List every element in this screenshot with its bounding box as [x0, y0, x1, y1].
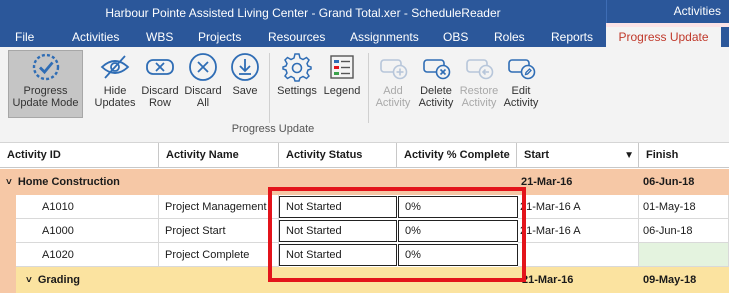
activity-start: 21-Mar-16 A [518, 219, 639, 243]
percent-complete-field[interactable]: 0% [398, 244, 518, 266]
legend-button[interactable]: Legend [320, 51, 364, 97]
activity-status-field[interactable]: Not Started [279, 220, 397, 242]
column-header-start[interactable]: Start ▼ [517, 143, 639, 168]
restore-activity-icon [466, 59, 494, 80]
activity-name: Project Complete [159, 243, 279, 267]
group-finish: 06-Jun-18 [643, 176, 695, 188]
activity-id: A1020 [16, 243, 159, 267]
tab-wbs[interactable]: WBS [146, 27, 173, 47]
collapse-caret-icon[interactable]: ˅ [6, 177, 12, 188]
activity-grid: Activity ID Activity Name Activity Statu… [0, 143, 729, 293]
ribbon-panel: Progress Update Mode Hide Updates Discar… [0, 47, 729, 143]
discard-row-button[interactable]: Discard Row [139, 51, 181, 109]
ribbon-separator [368, 53, 369, 123]
activity-status-field[interactable]: Not Started [279, 244, 397, 266]
delete-activity-icon [423, 59, 451, 80]
edit-activity-button[interactable]: Edit Activity [500, 51, 542, 109]
activity-name: Project Management [159, 195, 279, 219]
eye-slash-icon [100, 55, 130, 79]
table-row[interactable]: A1020 Project Complete Not Started 0% [0, 243, 729, 267]
hide-updates-button[interactable]: Hide Updates [92, 51, 138, 109]
column-header-activity-id[interactable]: Activity ID [0, 143, 159, 168]
wbs-group-row[interactable]: ˅ Home Construction 21-Mar-16 06-Jun-18 [0, 169, 729, 195]
column-header-activity-name[interactable]: Activity Name [159, 143, 279, 168]
column-header-finish[interactable]: Finish [639, 143, 729, 168]
title-bar: Harbour Pointe Assisted Living Center - … [0, 0, 729, 27]
group-name: Grading [37, 274, 81, 286]
add-activity-icon [380, 59, 408, 80]
table-row[interactable]: A1010 Project Management Not Started 0% … [0, 195, 729, 219]
check-circle-icon [32, 53, 59, 81]
percent-complete-field[interactable]: 0% [398, 196, 518, 218]
tab-file[interactable]: File [15, 27, 34, 47]
tab-progress-update[interactable]: Progress Update [606, 27, 721, 47]
settings-button[interactable]: Settings [274, 51, 320, 97]
group-name: Home Construction [17, 176, 120, 188]
window-title: Harbour Pointe Assisted Living Center - … [105, 6, 501, 20]
group-finish: 09-May-18 [643, 274, 697, 286]
tab-reports[interactable]: Reports [551, 27, 593, 47]
tab-assignments[interactable]: Assignments [350, 27, 419, 47]
gear-icon [282, 53, 312, 82]
progress-update-mode-button[interactable]: Progress Update Mode [8, 50, 83, 118]
group-start: 21-Mar-16 [521, 176, 573, 188]
activity-finish: 01-May-18 [639, 195, 729, 219]
close-circle-icon [189, 53, 217, 81]
collapse-caret-icon[interactable]: ˅ [26, 275, 32, 286]
wbs-indent-bar [0, 267, 16, 293]
activity-id: A1000 [16, 219, 159, 243]
table-row[interactable]: A1000 Project Start Not Started 0% 21-Ma… [0, 219, 729, 243]
tab-obs[interactable]: OBS [443, 27, 468, 47]
edit-activity-icon [508, 59, 536, 80]
activity-id: A1010 [16, 195, 159, 219]
activity-finish: 06-Jun-18 [639, 219, 729, 243]
discard-all-button[interactable]: Discard All [182, 51, 224, 109]
filter-icon[interactable]: ▼ [624, 143, 634, 168]
ribbon-separator [269, 53, 270, 123]
add-activity-button[interactable]: Add Activity [372, 51, 414, 109]
percent-complete-field[interactable]: 0% [398, 220, 518, 242]
tab-activities[interactable]: Activities [72, 27, 119, 47]
delete-activity-button[interactable]: Delete Activity [415, 51, 457, 109]
column-header-percent-complete[interactable]: Activity % Complete [397, 143, 517, 168]
activity-start [518, 243, 639, 267]
activity-status-field[interactable]: Not Started [279, 196, 397, 218]
activity-name: Project Start [159, 219, 279, 243]
context-tab-header: Activities [606, 0, 729, 23]
tab-projects[interactable]: Projects [198, 27, 241, 47]
save-button[interactable]: Save [226, 51, 264, 97]
wbs-group-row[interactable]: ˅ Grading 21-Mar-16 09-May-18 [16, 267, 729, 293]
legend-icon [330, 55, 354, 79]
ribbon-group-label: Progress Update [231, 123, 315, 135]
activity-start: 21-Mar-16 A [518, 195, 639, 219]
restore-activity-button[interactable]: Restore Activity [457, 51, 501, 109]
download-icon [231, 53, 259, 81]
ribbon-tabs: File Activities WBS Projects Resources A… [0, 27, 729, 47]
tab-resources[interactable]: Resources [268, 27, 325, 47]
activity-finish [639, 243, 729, 267]
column-header-activity-status[interactable]: Activity Status [279, 143, 397, 168]
discard-row-icon [146, 59, 174, 75]
tab-roles[interactable]: Roles [494, 27, 525, 47]
group-start: 21-Mar-16 [522, 274, 574, 286]
